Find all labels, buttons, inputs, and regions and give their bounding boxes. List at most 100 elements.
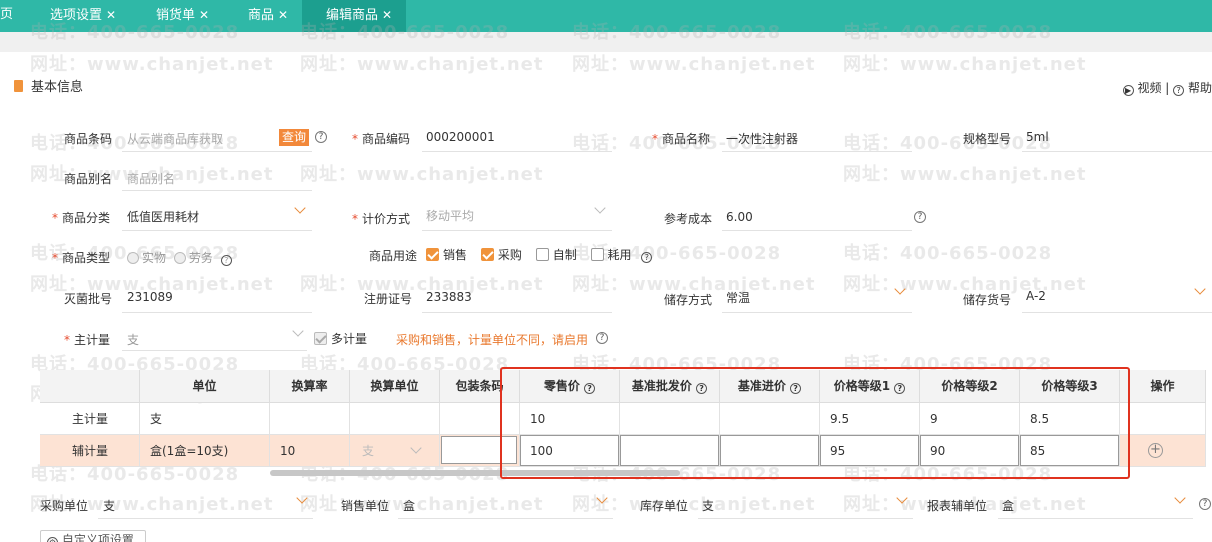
- help-link[interactable]: 帮助: [1188, 81, 1212, 95]
- category-label-text: 商品分类: [62, 211, 111, 225]
- checkbox-purchase[interactable]: [480, 248, 494, 261]
- location-underline: [1022, 312, 1212, 313]
- sales-unit-select[interactable]: 盒: [403, 497, 415, 514]
- separator: |: [1165, 81, 1170, 95]
- reg-no-label: 注册证号: [364, 292, 413, 306]
- watermark-phone: 电话：400-665-0028: [843, 243, 1053, 264]
- reg-no-input[interactable]: 233883: [426, 290, 472, 304]
- sterile-batch-label: 灭菌批号: [64, 292, 113, 306]
- tab-home[interactable]: 页: [0, 0, 13, 32]
- tab-bar: 页 选项设置 ✕ 销货单 ✕ 商品 ✕ 编辑商品 ✕: [0, 0, 1212, 32]
- watermark-site: 网址：www.chanjet.net: [843, 164, 1087, 185]
- unit-cell[interactable]: 支: [140, 403, 270, 435]
- rate-cell[interactable]: 10: [270, 435, 350, 467]
- question-icon[interactable]: ?: [220, 255, 232, 266]
- chevron-down-icon[interactable]: [896, 492, 908, 504]
- type-radio-group: 实物 劳务 ?: [127, 249, 232, 266]
- location-select[interactable]: A-2: [1026, 289, 1046, 303]
- conv-unit-cell[interactable]: 支: [350, 435, 440, 467]
- category-underline: [122, 230, 312, 231]
- checkbox-consume[interactable]: [590, 248, 604, 261]
- close-icon[interactable]: ✕: [382, 8, 392, 22]
- table-header: 操作: [1120, 370, 1206, 403]
- close-icon[interactable]: ✕: [106, 8, 116, 22]
- question-icon[interactable]: ?: [596, 332, 608, 344]
- question-icon[interactable]: ?: [1173, 85, 1185, 96]
- valuation-select[interactable]: 移动平均: [426, 207, 474, 224]
- alias-input[interactable]: 商品别名: [127, 170, 175, 187]
- tab-options[interactable]: 选项设置 ✕: [50, 0, 116, 32]
- checkbox-consume-label: 耗用: [607, 248, 632, 262]
- type-label-text: 商品类型: [62, 251, 111, 265]
- main-unit-label-text: 主计量: [74, 333, 111, 347]
- unit-cell[interactable]: 盒(1盒=10支): [140, 435, 270, 467]
- tab-sales-order[interactable]: 销货单 ✕: [156, 0, 209, 32]
- category-select[interactable]: 低值医用耗材: [127, 208, 199, 225]
- sterile-batch-underline: [122, 312, 312, 313]
- ref-cost-input[interactable]: 6.00: [726, 210, 753, 224]
- question-icon[interactable]: ?: [1199, 498, 1211, 510]
- chevron-down-icon[interactable]: [410, 442, 422, 454]
- highlight-frame: [500, 367, 1130, 479]
- name-input[interactable]: 一次性注射器: [726, 130, 798, 147]
- code-label-text: 商品编码: [362, 132, 411, 146]
- spec-label: 规格型号: [963, 132, 1012, 146]
- tab-products[interactable]: 商品 ✕: [248, 0, 288, 32]
- valuation-label-text: 计价方式: [362, 212, 411, 226]
- tab-edit-product[interactable]: 编辑商品 ✕: [302, 0, 406, 32]
- chevron-down-icon[interactable]: [596, 492, 608, 504]
- play-icon[interactable]: ▶: [1122, 85, 1134, 96]
- usage-label: 商品用途: [369, 249, 418, 263]
- spec-input[interactable]: 5ml: [1026, 130, 1049, 144]
- watermark-site: 网址：www.chanjet.net: [30, 54, 274, 75]
- checkbox-self-made[interactable]: [535, 248, 549, 261]
- row-kind: 主计量: [40, 403, 140, 435]
- report-unit-select[interactable]: 盒: [1002, 497, 1014, 514]
- checkbox-sales[interactable]: [426, 248, 439, 261]
- conv-unit-cell[interactable]: [350, 403, 440, 435]
- add-row-icon[interactable]: +: [1148, 443, 1163, 458]
- valuation-underline: [422, 230, 612, 231]
- question-icon[interactable]: ?: [914, 211, 926, 223]
- watermark-site: 网址：www.chanjet.net: [300, 164, 544, 185]
- tab-label: 编辑商品: [326, 8, 379, 23]
- reg-no-underline: [422, 312, 612, 313]
- radio-physical[interactable]: [127, 252, 139, 264]
- action-cell: [1120, 435, 1206, 467]
- usage-checkbox-group: 销售 采购 自制 耗用 ?: [426, 246, 653, 263]
- purchase-unit-select[interactable]: 支: [103, 497, 115, 514]
- required-mark: *: [52, 251, 58, 265]
- custom-fields-button[interactable]: ⚙ 自定义项设置: [40, 530, 146, 542]
- checkbox-multi-unit[interactable]: [314, 332, 327, 345]
- video-link[interactable]: 视频: [1137, 81, 1161, 95]
- close-icon[interactable]: ✕: [278, 8, 288, 22]
- code-input[interactable]: 000200001: [426, 130, 495, 144]
- multi-unit-label: 多计量: [331, 332, 368, 346]
- barcode-input[interactable]: 从云端商品库获取: [127, 130, 223, 147]
- question-icon[interactable]: ?: [641, 252, 653, 263]
- chevron-down-icon[interactable]: [292, 325, 304, 337]
- chevron-down-icon[interactable]: [1174, 492, 1186, 504]
- sterile-batch-input[interactable]: 231089: [127, 290, 173, 304]
- storage-select[interactable]: 常温: [726, 289, 750, 306]
- name-label-text: 商品名称: [662, 132, 711, 146]
- chevron-down-icon[interactable]: [894, 283, 906, 295]
- chevron-down-icon[interactable]: [296, 492, 308, 504]
- radio-physical-label: 实物: [142, 251, 167, 265]
- main-unit-select[interactable]: 支: [127, 331, 139, 348]
- chevron-down-icon[interactable]: [294, 202, 306, 214]
- chevron-down-icon[interactable]: [1194, 283, 1206, 295]
- close-icon[interactable]: ✕: [199, 8, 209, 22]
- stock-unit-select[interactable]: 支: [702, 497, 714, 514]
- radio-service[interactable]: [173, 252, 186, 264]
- main-unit-underline: [122, 350, 307, 351]
- rate-cell[interactable]: [270, 403, 350, 435]
- name-label: * 商品名称: [652, 130, 710, 147]
- chevron-down-icon[interactable]: [594, 202, 606, 214]
- required-mark: *: [352, 212, 358, 226]
- type-label: * 商品类型: [52, 249, 110, 266]
- section-title-text: 基本信息: [31, 80, 84, 95]
- query-button[interactable]: 查询: [279, 129, 309, 146]
- question-icon[interactable]: ?: [315, 131, 327, 143]
- watermark-site: 网址：www.chanjet.net: [300, 54, 544, 75]
